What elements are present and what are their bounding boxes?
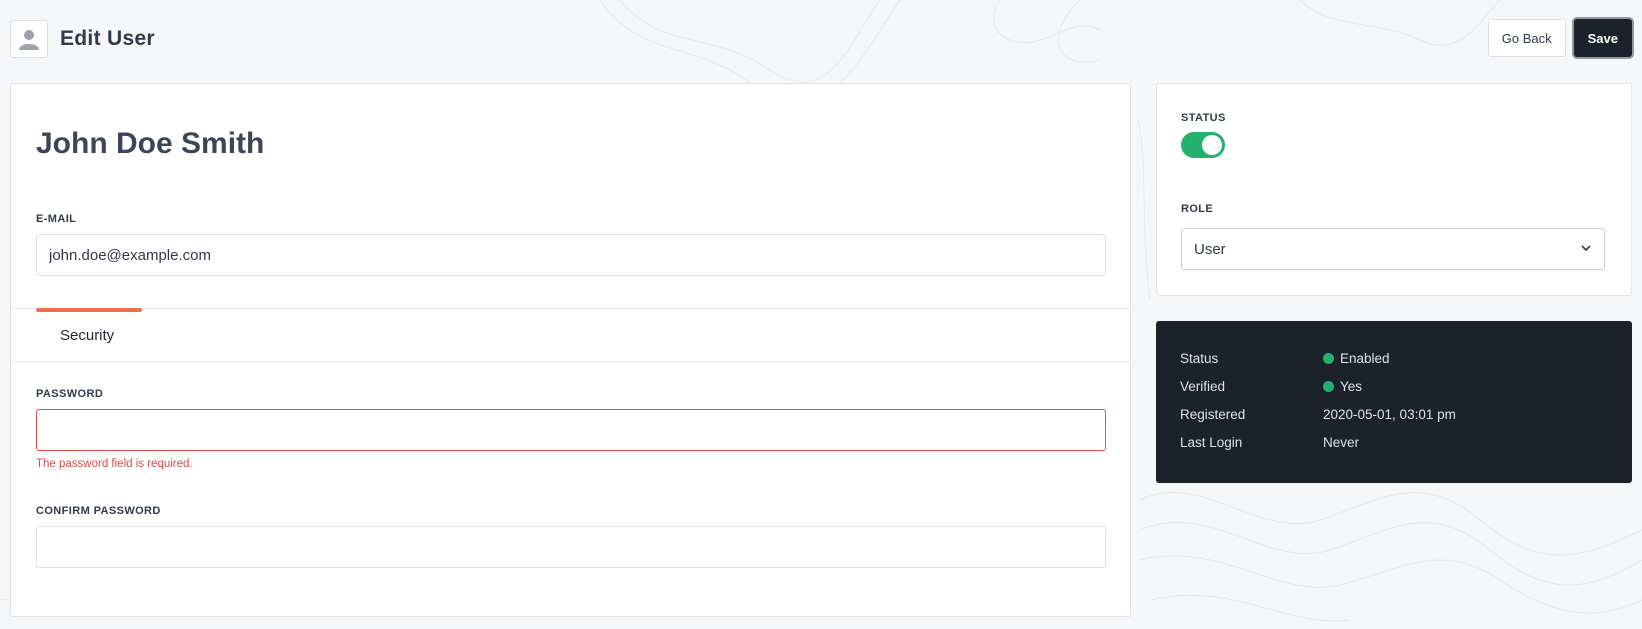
info-value-text: Enabled [1340, 351, 1390, 366]
user-icon [10, 20, 48, 58]
role-label: ROLE [1181, 203, 1214, 215]
confirm-password-field[interactable] [36, 526, 1106, 568]
active-tab-indicator [36, 308, 142, 312]
info-value: Yes [1323, 379, 1362, 394]
password-error-message: The password field is required. [36, 458, 193, 470]
info-key: Verified [1180, 379, 1226, 394]
chevron-down-icon [1580, 241, 1592, 258]
toggle-knob [1202, 135, 1222, 155]
page-header: Edit User Go Back Save [10, 0, 1632, 78]
user-form-card: John Doe Smith E-MAIL Security PASSWORD … [10, 83, 1131, 617]
info-value: Enabled [1323, 351, 1390, 366]
user-settings-card: STATUS ROLE User [1156, 83, 1632, 296]
email-label: E-MAIL [36, 213, 77, 225]
tabs-bar: Security [11, 308, 1130, 362]
info-key: Last Login [1180, 435, 1243, 450]
password-label: PASSWORD [36, 388, 104, 400]
status-label: STATUS [1181, 112, 1226, 124]
status-toggle[interactable] [1181, 132, 1225, 158]
role-select[interactable]: User [1181, 228, 1605, 270]
user-info-panel: Status Enabled Verified Yes Registered 2… [1156, 321, 1632, 483]
info-value: Never [1323, 435, 1360, 450]
save-button[interactable]: Save [1573, 19, 1632, 57]
user-full-name: John Doe Smith [36, 127, 265, 160]
status-dot-icon [1323, 353, 1334, 364]
info-key: Registered [1180, 407, 1246, 422]
info-value-text: Yes [1340, 379, 1363, 394]
info-key: Status [1180, 351, 1219, 366]
password-field[interactable] [36, 409, 1106, 451]
status-dot-icon [1323, 381, 1334, 392]
info-value: 2020-05-01, 03:01 pm [1323, 407, 1456, 422]
header-actions: Go Back Save [1487, 19, 1632, 57]
header-title-group: Edit User [10, 20, 155, 58]
go-back-button[interactable]: Go Back [1487, 19, 1566, 57]
tab-security[interactable]: Security [60, 327, 114, 344]
role-select-value: User [1194, 240, 1226, 258]
page-title: Edit User [60, 27, 155, 50]
email-field[interactable] [36, 234, 1106, 276]
confirm-password-label: CONFIRM PASSWORD [36, 505, 161, 517]
